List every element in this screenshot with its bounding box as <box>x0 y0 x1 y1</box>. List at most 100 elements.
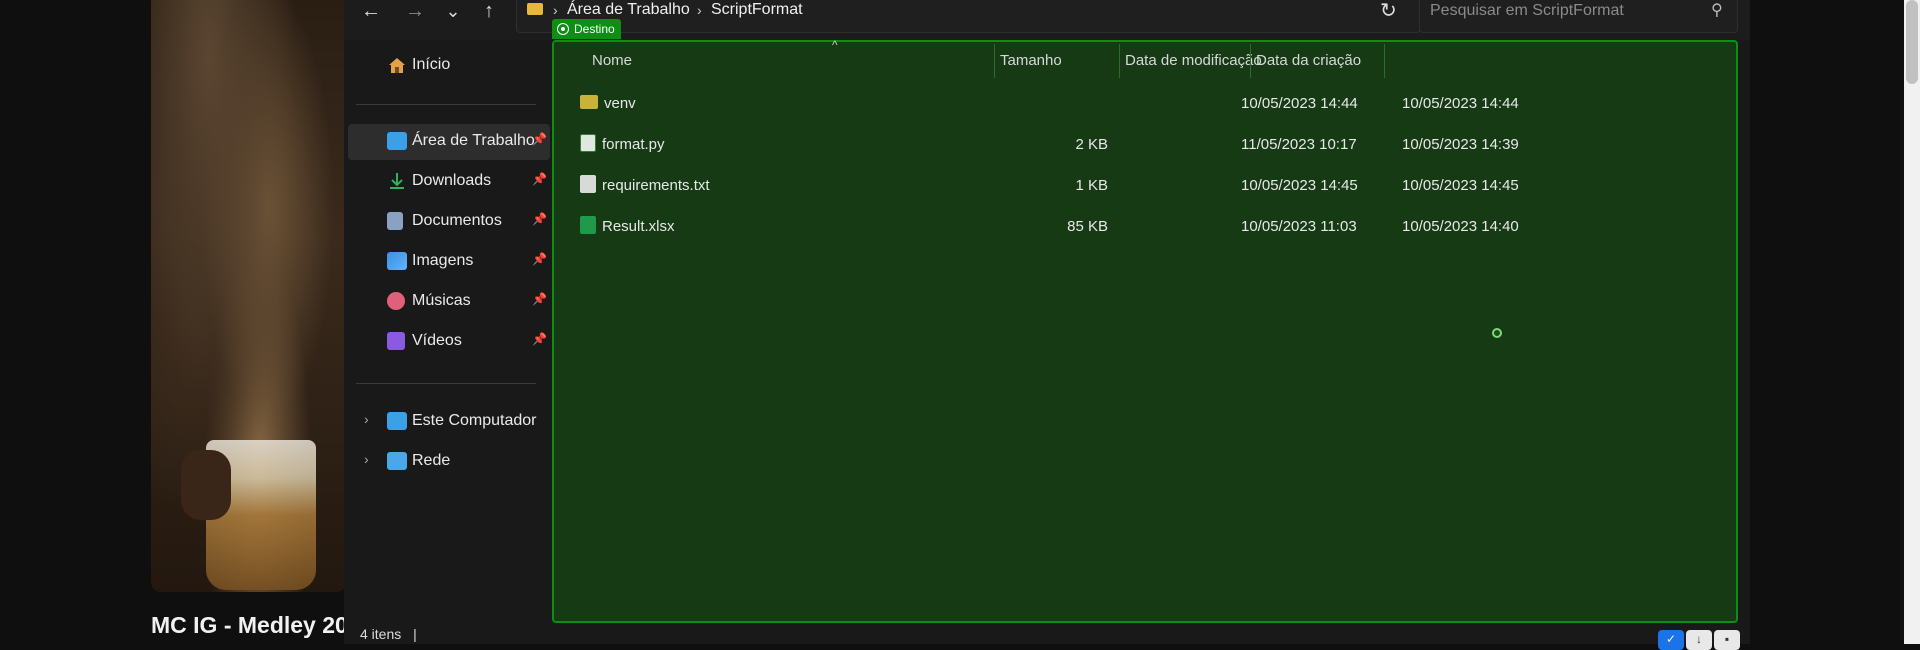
status-separator: | <box>413 626 417 642</box>
sidebar-item-label: Área de Trabalho <box>412 132 535 149</box>
download-icon[interactable]: ↓ <box>1686 630 1712 650</box>
status-bar: 4 itens | <box>360 626 417 642</box>
file-created: 10/05/2023 14:40 <box>1402 218 1519 235</box>
file-modified: 10/05/2023 11:03 <box>1241 218 1357 235</box>
pin-icon[interactable]: 📌 <box>532 252 547 266</box>
file-created: 10/05/2023 14:44 <box>1402 95 1519 112</box>
file-name: venv <box>604 95 636 112</box>
column-header-size[interactable]: Tamanho <box>1000 52 1062 69</box>
sidebar-item-label: Início <box>412 56 451 73</box>
sidebar-item-label: Downloads <box>412 172 492 189</box>
pin-icon[interactable]: 📌 <box>532 332 547 346</box>
refresh-icon[interactable]: ↻ <box>1380 0 1397 23</box>
sidebar-item-label: Vídeos <box>412 332 462 349</box>
pin-icon[interactable]: 📌 <box>532 292 547 306</box>
sidebar-item-label: Documentos <box>412 212 502 229</box>
column-header-modified[interactable]: Data de modificação <box>1125 52 1262 69</box>
sidebar-divider <box>356 383 536 384</box>
search-placeholder: Pesquisar em ScriptFormat <box>1430 2 1624 19</box>
sidebar-item-downloads[interactable]: Downloads 📌 <box>344 164 550 200</box>
video-title[interactable]: MC IG - Medley 20 <box>151 612 346 639</box>
column-header-created[interactable]: Data da criação <box>1256 52 1361 69</box>
sidebar-item-label: Músicas <box>412 292 471 309</box>
check-icon[interactable]: ✓ <box>1658 630 1684 650</box>
download-icon <box>387 172 407 190</box>
column-separator[interactable] <box>1384 44 1385 78</box>
expand-chevron-icon[interactable]: › <box>364 451 369 467</box>
column-separator[interactable] <box>1119 44 1120 78</box>
table-row[interactable]: format.py 2 KB 11/05/2023 10:17 10/05/20… <box>554 125 1736 165</box>
forward-arrow-icon[interactable]: → <box>400 0 430 24</box>
item-count: 4 itens <box>360 626 402 642</box>
drag-cursor-icon <box>1492 328 1502 338</box>
computer-icon <box>387 412 407 430</box>
sidebar-item-music[interactable]: Músicas 📌 <box>344 284 550 320</box>
documents-icon <box>387 212 403 230</box>
file-list-drop-area[interactable]: ^ Nome Tamanho Data de modificação Data … <box>552 38 1738 623</box>
table-row[interactable]: venv 10/05/2023 14:44 10/05/2023 14:44 <box>554 84 1736 124</box>
sidebar-item-label: Este Computador <box>412 412 537 429</box>
breadcrumb-separator: › <box>553 2 558 18</box>
drop-target-label: Destino <box>574 22 615 36</box>
network-icon <box>387 452 407 470</box>
target-icon <box>557 23 569 35</box>
background-page-left <box>0 0 152 644</box>
sidebar-item-pictures[interactable]: Imagens 📌 <box>344 244 550 280</box>
breadcrumb-scriptformat[interactable]: ScriptFormat <box>711 1 803 19</box>
sidebar-divider <box>356 104 536 105</box>
excel-file-icon <box>580 216 596 234</box>
column-separator[interactable] <box>994 44 995 78</box>
back-arrow-icon[interactable]: ← <box>356 0 386 24</box>
video-thumbnail[interactable] <box>151 0 346 592</box>
python-file-icon <box>580 134 596 152</box>
table-row[interactable]: requirements.txt 1 KB 10/05/2023 14:45 1… <box>554 166 1736 206</box>
file-name: requirements.txt <box>602 177 710 194</box>
pictures-icon <box>387 252 407 270</box>
pin-icon[interactable]: 📌 <box>532 212 547 226</box>
sidebar-item-this-pc[interactable]: › Este Computador <box>344 404 550 440</box>
folder-icon <box>580 95 598 109</box>
file-size: 1 KB <box>1075 177 1108 194</box>
breadcrumb-separator: › <box>697 2 702 18</box>
sidebar-item-videos[interactable]: Vídeos 📌 <box>344 324 550 360</box>
navigation-pane: Início Área de Trabalho 📌 Downloads 📌 Do… <box>344 40 550 620</box>
videos-icon <box>387 332 405 350</box>
expand-chevron-icon[interactable]: › <box>364 411 369 427</box>
background-page-right <box>1750 0 1920 644</box>
search-box[interactable]: Pesquisar em ScriptFormat ⚲ <box>1419 0 1738 33</box>
search-icon[interactable]: ⚲ <box>1711 0 1723 20</box>
file-created: 10/05/2023 14:39 <box>1402 136 1519 153</box>
sidebar-item-network[interactable]: › Rede <box>344 444 550 480</box>
table-row[interactable]: Result.xlsx 85 KB 10/05/2023 11:03 10/05… <box>554 207 1736 247</box>
column-separator[interactable] <box>1250 44 1251 78</box>
text-file-icon <box>580 175 596 193</box>
file-name: format.py <box>602 136 665 153</box>
sidebar-item-documents[interactable]: Documentos 📌 <box>344 204 550 240</box>
sort-caret-icon: ^ <box>832 38 838 52</box>
folder-icon <box>527 3 543 15</box>
home-icon <box>387 56 407 74</box>
sidebar-item-desktop[interactable]: Área de Trabalho 📌 <box>348 124 550 160</box>
up-arrow-icon[interactable]: ↑ <box>474 0 504 24</box>
drop-target-badge: Destino <box>552 19 621 39</box>
file-size: 85 KB <box>1067 218 1108 235</box>
file-modified: 10/05/2023 14:44 <box>1241 95 1358 112</box>
sidebar-item-home[interactable]: Início <box>344 48 550 84</box>
file-modified: 10/05/2023 14:45 <box>1241 177 1358 194</box>
trash-icon[interactable]: ▪ <box>1714 630 1740 650</box>
recent-locations-chevron-icon[interactable]: ⌄ <box>438 0 468 24</box>
column-header-name[interactable]: Nome <box>592 52 632 69</box>
pin-icon[interactable]: 📌 <box>532 172 547 186</box>
file-size: 2 KB <box>1075 136 1108 153</box>
file-explorer-window: ← → ⌄ ↑ › Área de Trabalho › ScriptForma… <box>344 0 1750 650</box>
breadcrumb-desktop[interactable]: Área de Trabalho <box>567 1 690 19</box>
pin-icon[interactable]: 📌 <box>532 132 547 146</box>
address-bar[interactable]: › Área de Trabalho › ScriptFormat ⌄ <box>516 0 1530 33</box>
desktop-icon <box>387 132 407 150</box>
column-header-row: ^ Nome Tamanho Data de modificação Data … <box>554 38 1736 80</box>
page-scrollbar-thumb[interactable] <box>1906 0 1918 84</box>
file-name: Result.xlsx <box>602 218 675 235</box>
file-created: 10/05/2023 14:45 <box>1402 177 1519 194</box>
page-scrollbar[interactable] <box>1904 0 1920 644</box>
sidebar-item-label: Imagens <box>412 252 474 269</box>
